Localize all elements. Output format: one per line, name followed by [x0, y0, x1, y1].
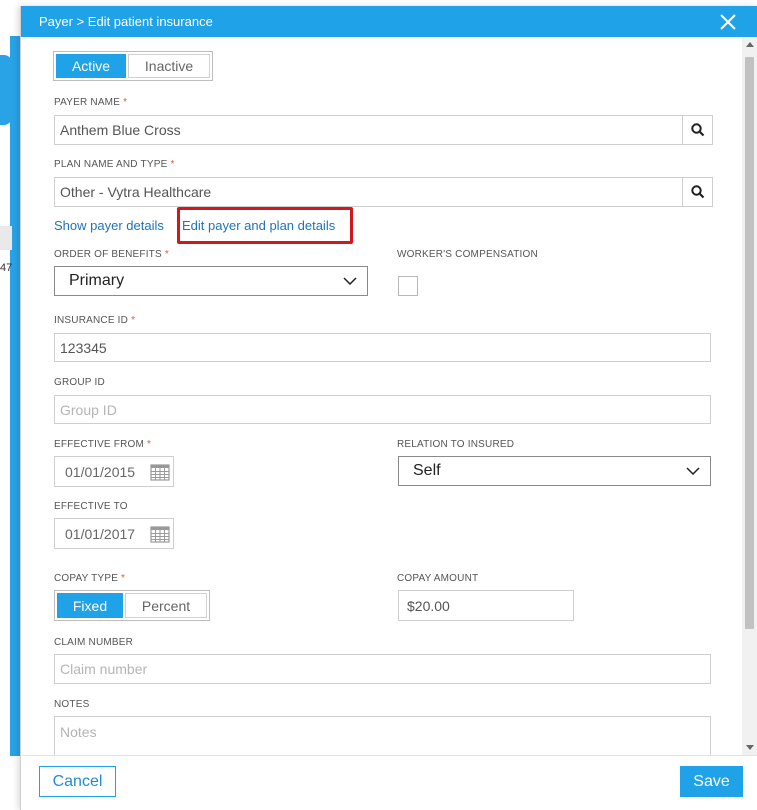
claim-number-label: CLAIM NUMBER	[54, 637, 134, 648]
background-tab	[0, 55, 12, 125]
copay-percent-button[interactable]: Percent	[125, 593, 207, 618]
relation-to-insured-select[interactable]: Self	[398, 456, 711, 486]
order-of-benefits-select[interactable]: Primary	[54, 266, 368, 296]
payer-name-input[interactable]: Anthem Blue Cross	[54, 115, 713, 145]
calendar-icon	[150, 463, 170, 481]
insurance-id-input[interactable]: 123345	[54, 333, 711, 362]
scroll-down-arrow[interactable]	[746, 745, 754, 750]
search-icon	[690, 185, 704, 199]
notes-textarea[interactable]: Notes	[54, 716, 711, 755]
modal-scrollbar[interactable]	[742, 37, 757, 755]
modal-content: Active Inactive PAYER NAME * Anthem Blue…	[21, 37, 757, 755]
copay-amount-label: COPAY AMOUNT	[397, 573, 479, 584]
edit-insurance-modal: Payer > Edit patient insurance Active In…	[20, 6, 757, 810]
modal-title: Payer > Edit patient insurance	[39, 14, 213, 29]
chevron-down-icon	[343, 277, 357, 285]
effective-to-label: EFFECTIVE TO	[54, 501, 128, 512]
active-button[interactable]: Active	[56, 54, 127, 78]
plan-name-label: PLAN NAME AND TYPE *	[54, 159, 175, 170]
search-icon	[690, 123, 704, 137]
inactive-button[interactable]: Inactive	[128, 54, 210, 78]
calendar-icon	[150, 525, 170, 543]
show-payer-details-link[interactable]: Show payer details	[54, 218, 164, 233]
group-id-label: GROUP ID	[54, 377, 105, 388]
background-row	[0, 226, 12, 250]
workers-comp-label: WORKER'S COMPENSATION	[397, 249, 538, 260]
background-row-number: 47	[0, 262, 12, 274]
insurance-id-label: INSURANCE ID *	[54, 315, 136, 326]
plan-search-button[interactable]	[682, 178, 712, 206]
order-of-benefits-label: ORDER OF BENEFITS *	[54, 249, 169, 260]
copay-fixed-button[interactable]: Fixed	[57, 593, 123, 618]
scroll-thumb[interactable]	[745, 57, 754, 629]
plan-name-input[interactable]: Other - Vytra Healthcare	[54, 177, 713, 207]
claim-number-input[interactable]: Claim number	[54, 654, 711, 684]
effective-to-date[interactable]: 01/01/2017	[54, 518, 174, 549]
copay-type-label: COPAY TYPE *	[54, 573, 126, 584]
relation-to-insured-label: RELATION TO INSURED	[397, 439, 515, 450]
notes-label: NOTES	[54, 699, 90, 710]
scroll-up-arrow[interactable]	[746, 42, 754, 47]
status-toggle: Active Inactive	[53, 51, 213, 81]
save-button[interactable]: Save	[680, 766, 743, 797]
effective-from-date[interactable]: 01/01/2015	[54, 456, 174, 487]
chevron-down-icon	[686, 467, 700, 475]
group-id-input[interactable]: Group ID	[54, 395, 711, 424]
copay-type-toggle: Fixed Percent	[54, 590, 210, 621]
modal-header: Payer > Edit patient insurance	[21, 6, 757, 37]
close-icon[interactable]	[718, 12, 738, 32]
payer-name-label: PAYER NAME *	[54, 97, 128, 108]
workers-comp-checkbox[interactable]	[398, 276, 418, 296]
edit-payer-plan-details-link[interactable]: Edit payer and plan details	[182, 218, 335, 233]
copay-amount-input[interactable]: $20.00	[398, 590, 574, 621]
effective-from-label: EFFECTIVE FROM *	[54, 439, 152, 450]
payer-search-button[interactable]	[682, 116, 712, 144]
modal-footer: Cancel Save	[21, 755, 757, 810]
cancel-button[interactable]: Cancel	[39, 766, 116, 797]
